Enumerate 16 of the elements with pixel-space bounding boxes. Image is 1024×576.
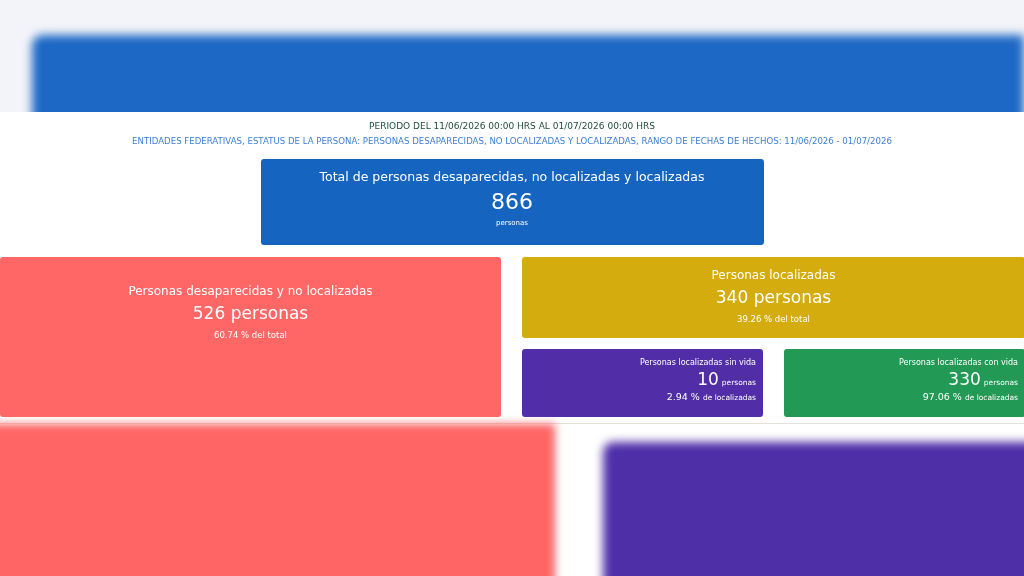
card-title: Personas localizadas sin vida [639,358,756,367]
card-title: Personas localizadas [711,268,836,282]
card-value: 866 [491,189,533,214]
filter-summary: ENTIDADES FEDERATIVAS, ESTATUS DE LA PERSONA: PERSONAS DESAPARECIDAS, NO LOCALIZADAS Y LOCALIZADAS, RANGO DE FECHAS DE HECHOS: 11/06/2026 - 01/07/2026 [132,136,892,146]
period-text: PERIODO DEL 11/06/2026 00:00 HRS AL 01/07/2026 00:00 HRS [369,121,655,131]
card-value: 10 [697,369,719,389]
card-share: 2.94 % [666,391,700,402]
card-share: 39.26 % del total [737,314,810,324]
card-title: Personas desaparecidas y no localizadas [128,284,373,298]
card-title: Personas localizadas con vida [899,358,1018,367]
card-share: 97.06 % [922,391,962,402]
card-value: 340 personas [715,287,832,307]
card-value: 526 personas [192,303,309,323]
card-value: 330 [948,369,981,389]
card-share: 60.74 % del total [214,330,287,340]
card-title: Total de personas desaparecidas, no localizadas y localizadas [319,169,705,184]
